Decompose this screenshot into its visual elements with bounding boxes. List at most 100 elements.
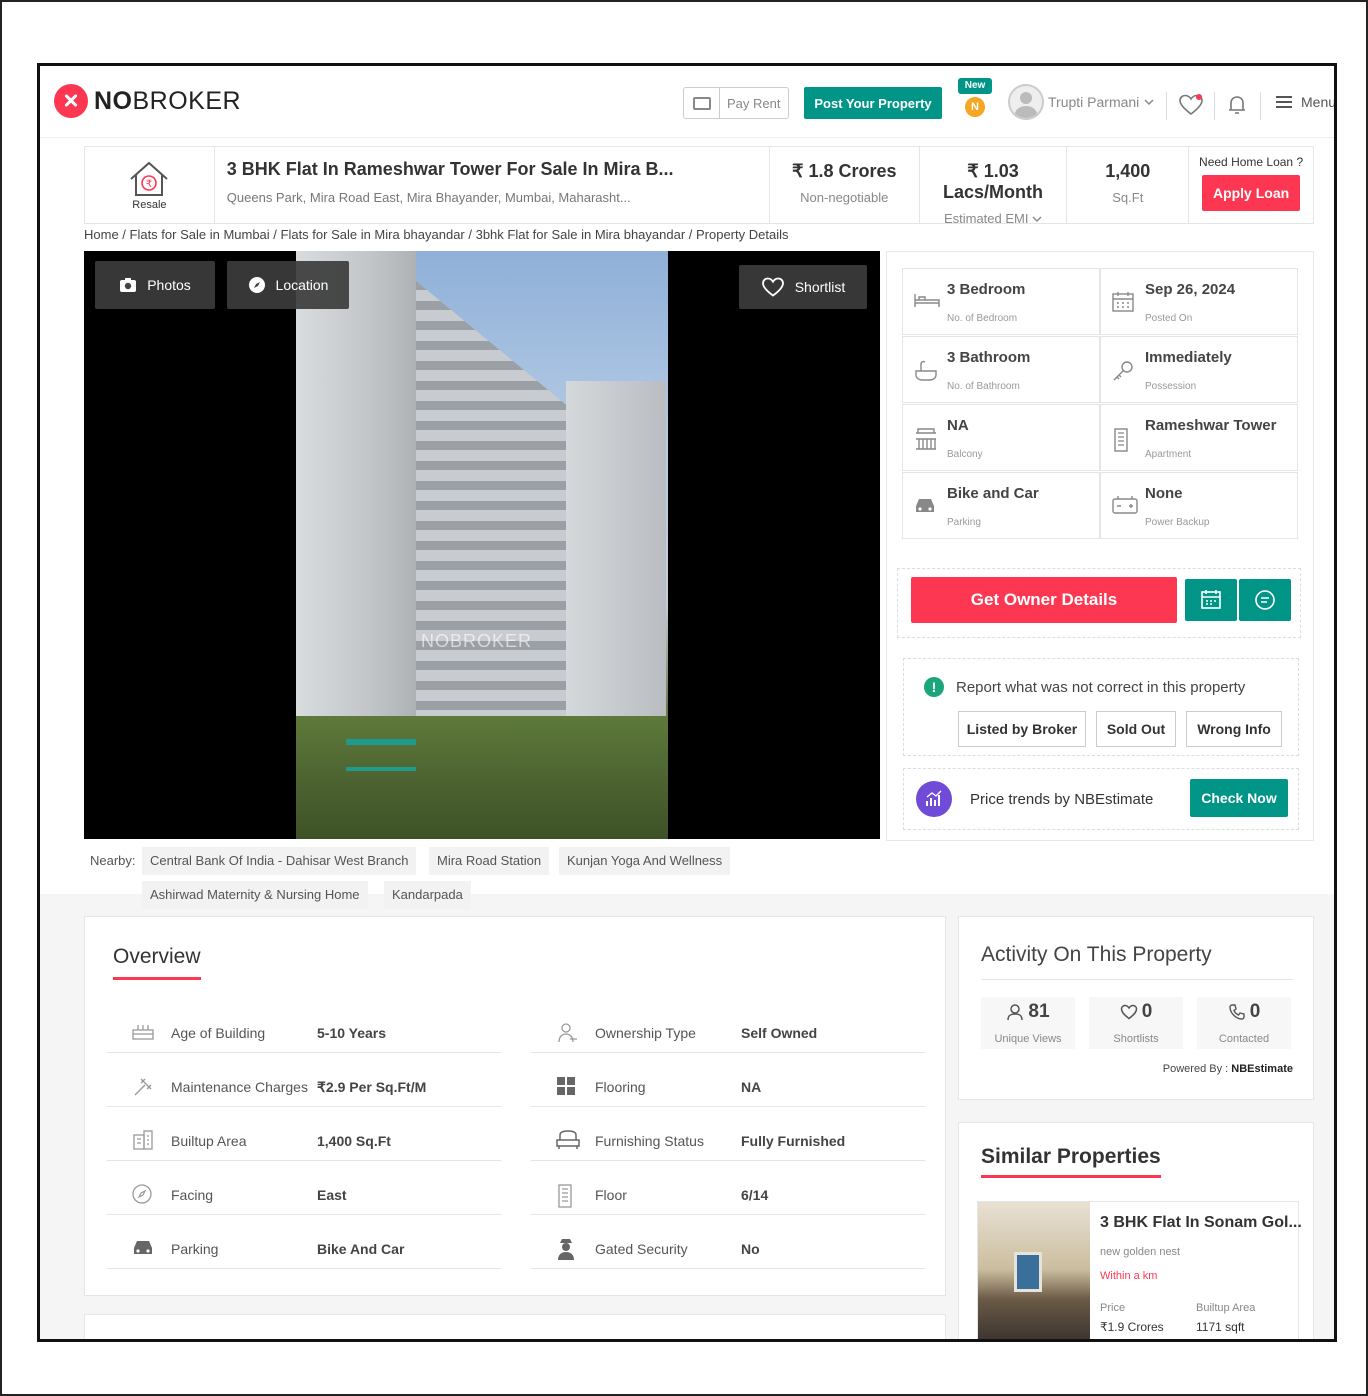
nearby-label: Nearby:: [90, 853, 136, 868]
divider: [1260, 92, 1261, 120]
get-owner-details-button[interactable]: Get Owner Details: [911, 577, 1177, 623]
watermark: NOBROKER: [421, 631, 533, 651]
schedule-visit-button[interactable]: [1185, 579, 1237, 621]
emi-note: Estimated EMI: [920, 211, 1067, 226]
overview-row: Flooring NA: [531, 1061, 925, 1107]
overview-row: Parking Bike And Car: [107, 1223, 501, 1269]
similar-title: Similar Properties: [981, 1145, 1161, 1178]
logo-icon: [54, 84, 88, 118]
shortlists-stat: 0 Shortlists: [1089, 997, 1183, 1049]
area-block: 1,400 Sq.Ft: [1067, 147, 1190, 223]
hamburger-icon: [1276, 96, 1292, 108]
security-guard-icon: [558, 1239, 574, 1260]
exclamation-icon: !: [924, 677, 944, 697]
nearby-chip[interactable]: Ashirwad Maternity & Nursing Home: [142, 881, 368, 909]
browser-screen: NOBROKER Pay Rent Post Your Property New…: [37, 63, 1337, 1342]
pay-rent-button[interactable]: Pay Rent: [683, 87, 789, 119]
unique-views-stat: 81 Unique Views: [981, 997, 1075, 1049]
nobroker-coin-icon[interactable]: N: [965, 97, 985, 117]
price-trend-section: Price trends by NBEstimate Check Now: [903, 768, 1299, 830]
calendar-icon: [1112, 292, 1134, 312]
spec-power-backup: None Power Backup: [1100, 472, 1298, 539]
photos-button[interactable]: Photos: [95, 261, 215, 309]
heart-icon: [761, 277, 784, 297]
overview-row: Age of Building 5-10 Years: [107, 1007, 501, 1053]
overview-row: Furnishing Status Fully Furnished: [531, 1115, 925, 1161]
shortlist-heart-icon[interactable]: [1178, 94, 1204, 121]
overview-row: Gated Security No: [531, 1223, 925, 1269]
nearby-chip[interactable]: Kandarpada: [384, 881, 471, 909]
property-address: Queens Park, Mira Road East, Mira Bhayan…: [226, 190, 631, 205]
photo-gallery[interactable]: NOBROKER Photos Location Shortlist: [84, 251, 880, 839]
report-listed-by-broker-button[interactable]: Listed by Broker: [958, 711, 1086, 747]
chevron-down-icon: [1032, 216, 1042, 222]
bell-icon[interactable]: [1228, 94, 1246, 121]
area-unit: Sq.Ft: [1112, 190, 1144, 205]
similar-property-card[interactable]: 3 BHK Flat In Sonam Gol... new golden ne…: [977, 1201, 1302, 1339]
nearby-chip[interactable]: Mira Road Station: [429, 847, 550, 875]
price: ₹ 1.8 Crores: [792, 161, 897, 181]
overview-row: Facing East: [107, 1169, 501, 1215]
emi-block[interactable]: ₹ 1.03 Lacs/Month Estimated EMI: [920, 147, 1068, 226]
spec-bathroom: 3 Bathroom No. of Bathroom: [902, 336, 1100, 403]
phone-icon: [1229, 1004, 1245, 1020]
chat-icon: [1255, 590, 1275, 610]
similar-card-society: new golden nest: [1100, 1246, 1181, 1258]
report-wrong-info-button[interactable]: Wrong Info: [1186, 711, 1282, 747]
property-photo[interactable]: NOBROKER: [296, 251, 668, 839]
page-content: ₹ Resale 3 BHK Flat In Rameshwar Tower F…: [40, 138, 1334, 1339]
location-button[interactable]: Location: [227, 261, 349, 309]
overview-row: Floor 6/14: [531, 1169, 925, 1215]
property-title: 3 BHK Flat In Rameshwar Tower For Sale I…: [226, 159, 674, 179]
car-icon: [134, 1241, 152, 1254]
tiles-icon: [557, 1077, 575, 1095]
chat-button[interactable]: [1239, 579, 1291, 621]
apply-loan-button[interactable]: Apply Loan: [1202, 175, 1301, 211]
ownership-icon: [558, 1023, 577, 1043]
shortlist-button[interactable]: Shortlist: [739, 265, 867, 309]
overview-row: Ownership Type Self Owned: [531, 1007, 925, 1053]
area: 1,400: [1105, 161, 1151, 181]
nobroker-logo[interactable]: NOBROKER: [54, 84, 241, 118]
chevron-down-icon: [1144, 99, 1154, 106]
sofa-icon: [556, 1130, 580, 1149]
property-summary-panel: 3 Bedroom No. of Bedroom Sep 26, 2024 Po…: [886, 251, 1314, 841]
price-block: ₹ 1.8 Crores Non-negotiable: [770, 147, 920, 223]
chart-icon: [916, 781, 952, 817]
spec-parking: Bike and Car Parking: [902, 472, 1100, 539]
building-icon: [133, 1130, 153, 1150]
report-text: Report what was not correct in this prop…: [956, 679, 1246, 696]
report-sold-out-button[interactable]: Sold Out: [1096, 711, 1176, 747]
bench-shape: [346, 739, 416, 771]
avatar: [1008, 84, 1044, 120]
user-menu[interactable]: Trupti Parmani: [1008, 84, 1156, 120]
bed-icon: [914, 294, 940, 307]
title-block: 3 BHK Flat In Rameshwar Tower For Sale I…: [215, 147, 770, 223]
logo-text: NOBROKER: [94, 86, 242, 115]
emi: ₹ 1.03 Lacs/Month: [943, 161, 1044, 202]
breadcrumb[interactable]: Home / Flats for Sale in Mumbai / Flats …: [84, 227, 788, 242]
spec-bedroom: 3 Bedroom No. of Bedroom: [902, 268, 1100, 335]
car-icon: [916, 499, 934, 512]
overview-row: Builtup Area 1,400 Sq.Ft: [107, 1115, 501, 1161]
check-now-button[interactable]: Check Now: [1190, 779, 1288, 817]
menu-button[interactable]: Menu: [1276, 94, 1334, 110]
loan-question: Need Home Loan ?: [1199, 155, 1304, 169]
compass-icon: [132, 1184, 152, 1204]
contacted-stat: 0 Contacted: [1197, 997, 1291, 1049]
similar-properties-section: Similar Properties 3 BHK Flat In Sonam G…: [958, 1122, 1314, 1339]
user-icon: [1007, 1004, 1024, 1021]
floor-building-icon: [558, 1184, 572, 1208]
outer-frame: NOBROKER Pay Rent Post Your Property New…: [0, 0, 1368, 1396]
post-property-button[interactable]: Post Your Property: [804, 87, 942, 119]
nearby-chip[interactable]: Kunjan Yoga And Wellness: [559, 847, 731, 875]
cake-icon: [132, 1025, 154, 1040]
activity-section: Activity On This Property 81 Unique View…: [958, 916, 1314, 1100]
new-badge: New: [958, 78, 992, 94]
nearby-chip[interactable]: Central Bank Of India - Dahisar West Bra…: [142, 847, 417, 875]
spec-posted-on: Sep 26, 2024 Posted On: [1100, 268, 1298, 335]
house-rupee-icon: ₹: [130, 161, 169, 196]
resale-tag: ₹ Resale: [85, 147, 215, 223]
divider: [1214, 92, 1215, 120]
similar-property-photo[interactable]: [978, 1202, 1090, 1339]
